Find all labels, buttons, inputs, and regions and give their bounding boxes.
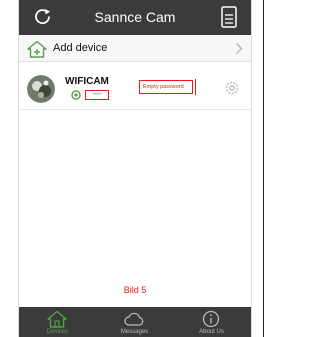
add-device-label: Add device <box>53 42 108 54</box>
home-plus-icon <box>27 40 47 58</box>
gear-icon[interactable] <box>225 81 239 95</box>
figure-caption: Bild 5 <box>123 285 147 295</box>
camera-thumbnail[interactable] <box>27 75 55 103</box>
info-icon <box>202 310 220 328</box>
warning-marker <box>195 79 196 95</box>
app-screenshot: Sannce Cam Add device WIFICAM •••• Empty… <box>18 0 252 337</box>
tab-devices-label: Devices <box>46 329 69 335</box>
online-status-icon <box>71 90 81 100</box>
document-icon[interactable] <box>221 6 237 28</box>
chevron-right-icon <box>236 43 243 54</box>
document-page: Sannce Cam Add device WIFICAM •••• Empty… <box>0 0 266 337</box>
password-warning: Empty password <box>139 80 193 94</box>
cloud-icon <box>124 312 144 326</box>
add-device-row[interactable]: Add device <box>19 36 251 62</box>
tab-about-us-label: About Us <box>199 329 224 335</box>
tab-messages-label: Messages <box>120 329 149 335</box>
tab-about-us[interactable]: About Us <box>173 307 250 337</box>
device-name: WIFICAM <box>65 76 109 87</box>
bottom-tab-bar: Devices Messages About Us <box>19 307 251 337</box>
device-status-text: •••• <box>85 90 109 100</box>
page-divider <box>263 0 264 337</box>
tab-messages[interactable]: Messages <box>96 307 173 337</box>
app-header: Sannce Cam <box>19 0 251 35</box>
device-list-item[interactable]: WIFICAM •••• Empty password <box>19 70 251 110</box>
app-title: Sannce Cam <box>94 9 176 25</box>
home-icon <box>47 310 67 328</box>
tab-devices[interactable]: Devices <box>19 307 96 337</box>
